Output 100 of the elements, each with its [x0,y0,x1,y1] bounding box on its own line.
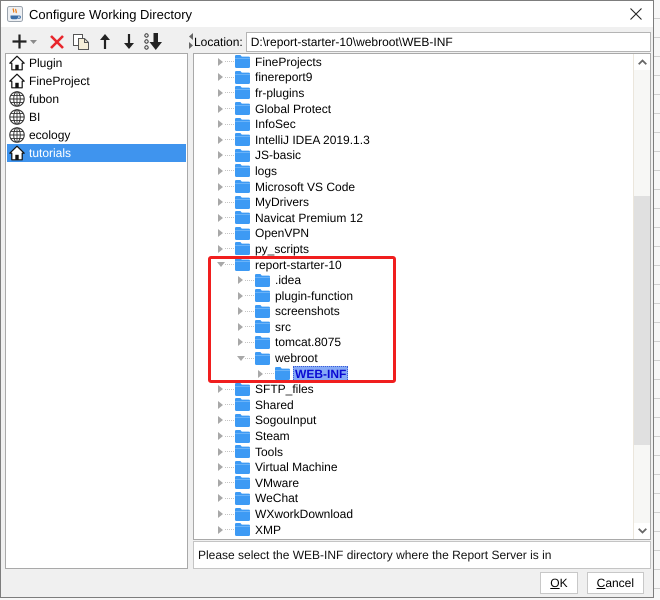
tree-item[interactable]: Steam [253,428,292,444]
folder-icon [255,352,270,365]
folder-icon [235,508,250,521]
folder-icon [235,382,250,396]
tree-item[interactable]: .idea [273,272,304,288]
delete-icon [50,34,64,48]
globe-icon [9,127,25,143]
folder-icon [235,492,250,505]
caret-right-icon[interactable] [218,463,223,472]
caret-right-icon[interactable] [218,510,223,518]
tree-item[interactable]: MyDrivers [253,194,311,210]
tree-item[interactable]: InfoSec [253,116,298,132]
up-arrow-icon [100,34,110,49]
caret-right-icon[interactable] [258,370,263,378]
caret-right-icon[interactable] [218,244,223,253]
folder-icon [235,258,250,272]
caret-right-icon[interactable] [218,400,223,409]
folder-icon [235,102,250,116]
tree-item[interactable]: XMP [253,522,284,538]
caret-down-icon[interactable] [216,262,224,268]
folder-icon [235,118,250,131]
folder-icon [255,289,270,302]
tree-item[interactable]: WeChat [253,490,300,506]
house-icon [9,73,25,89]
caret-right-icon[interactable] [218,151,223,160]
tree-item[interactable]: finereport9 [253,69,314,86]
chevron-up-icon[interactable] [638,59,646,65]
tree-item[interactable]: Microsoft VS Code [253,178,358,195]
location-item[interactable]: Plugin [7,54,186,72]
chevron-down-icon[interactable] [638,528,646,534]
caret-right-icon[interactable] [218,385,223,394]
caret-right-icon[interactable] [218,432,223,440]
window-title: Configure Working Directory [29,6,192,22]
caret-right-icon[interactable] [218,58,223,66]
tree-item[interactable]: webroot [273,350,320,366]
caret-right-icon[interactable] [218,214,223,222]
caret-right-icon[interactable] [218,166,223,175]
tree-item[interactable]: Navicat Premium 12 [253,210,366,226]
tree-item[interactable]: Global Protect [253,100,334,117]
caret-right-icon[interactable] [218,229,223,238]
tree-item[interactable]: report-starter-10 [253,256,344,273]
folder-icon [235,476,250,490]
caret-right-icon[interactable] [218,73,223,82]
tree-item[interactable]: py_scripts [253,240,312,257]
tree-item[interactable]: tomcat.8075 [273,334,344,350]
tree-item[interactable]: VMware [253,474,302,491]
tree-item[interactable]: Virtual Machine [253,459,340,476]
tree-item[interactable]: WXworkDownload [253,506,356,522]
tree-item[interactable]: Shared [253,396,296,413]
cancel-button[interactable]: Cancel [586,572,644,594]
tree-item[interactable]: plugin-function [273,288,356,304]
caret-right-icon[interactable] [218,478,223,487]
tree-item[interactable]: SFTP_files [253,381,316,398]
caret-right-icon[interactable] [218,448,223,456]
scrollbar-thumb[interactable] [634,196,650,445]
caret-right-icon[interactable] [218,494,223,502]
caret-right-icon[interactable] [218,526,223,534]
folder-icon [255,320,270,334]
tree-item[interactable]: WEB-INF [293,366,348,382]
caret-right-icon[interactable] [238,322,243,331]
caret-right-icon[interactable] [218,416,223,424]
caret-right-icon[interactable] [238,292,243,300]
tree-item[interactable]: IntelliJ IDEA 2019.1.3 [253,132,372,148]
location-field[interactable]: D:\report-starter-10\webroot\WEB-INF [246,32,651,52]
tree-item[interactable]: JS-basic [253,147,304,164]
location-label: Location: [193,34,243,48]
dots-down-arrow-icon [144,33,162,50]
tree-item[interactable]: screenshots [273,303,342,320]
caret-right-icon[interactable] [238,338,243,346]
location-item[interactable]: ecology [7,126,186,144]
tree-item[interactable]: SogouInput [253,412,318,428]
location-item[interactable]: BI [7,108,186,126]
tree-item[interactable]: Tools [253,444,286,460]
right-triangle-icon[interactable] [188,42,192,49]
tree-item[interactable]: src [273,318,293,335]
left-triangle-icon[interactable] [188,33,192,40]
folder-icon [235,180,250,194]
location-item[interactable]: FineProject [7,72,186,90]
folder-icon [275,367,290,380]
caret-right-icon[interactable] [218,120,223,128]
tree-item[interactable]: OpenVPN [253,225,312,242]
ok-button[interactable]: OK [540,572,578,594]
down-arrow-icon [124,34,134,49]
caret-down-icon[interactable] [236,356,244,361]
tree-item[interactable]: FineProjects [253,54,324,70]
folder-icon [235,148,250,162]
caret-right-icon[interactable] [218,88,223,97]
tree-item[interactable]: logs [253,162,280,179]
tree-item[interactable]: fr-plugins [253,84,306,101]
folder-icon [235,55,250,68]
folder-icon [235,430,250,443]
caret-right-icon[interactable] [218,182,223,191]
caret-right-icon[interactable] [218,198,223,206]
caret-right-icon[interactable] [218,136,223,144]
copy-icon [73,34,89,50]
caret-right-icon[interactable] [218,104,223,113]
caret-right-icon[interactable] [238,307,243,316]
location-item[interactable]: fubon [7,90,186,108]
caret-right-icon[interactable] [238,276,243,284]
folder-icon [235,70,250,84]
